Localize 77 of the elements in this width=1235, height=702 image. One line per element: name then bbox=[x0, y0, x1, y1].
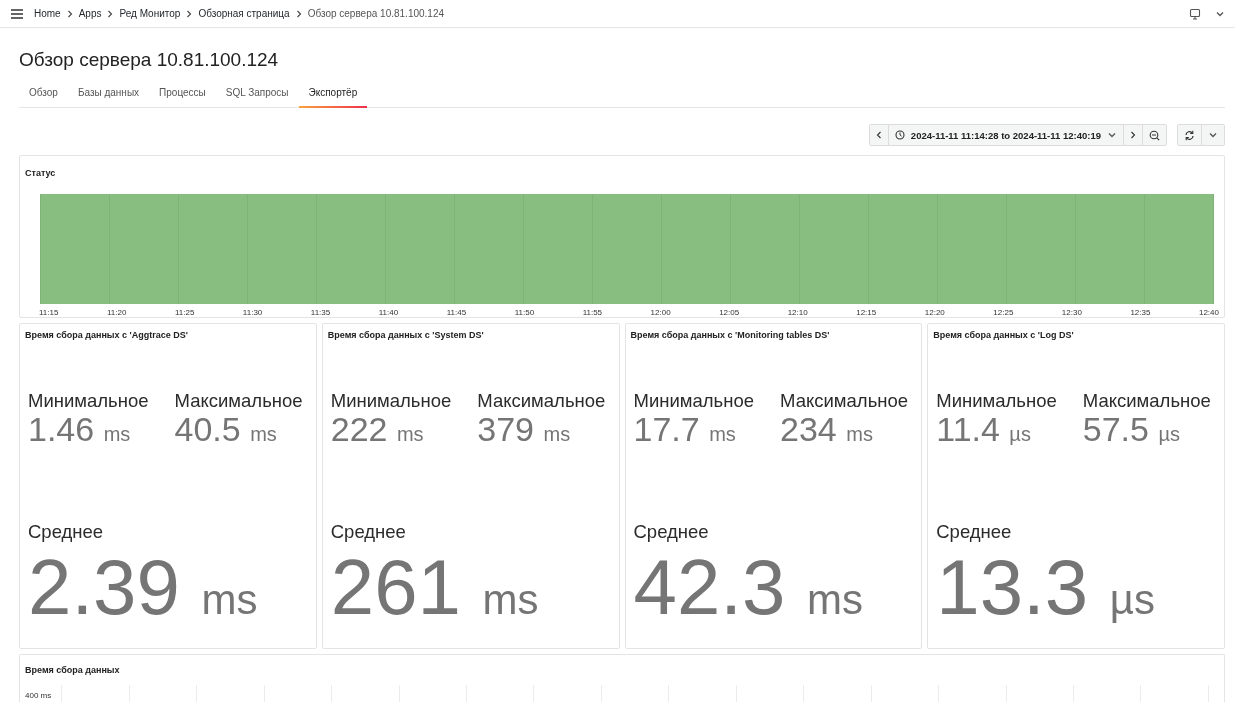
tab[interactable]: SQL Запросы bbox=[215, 83, 299, 107]
axis-tick-label: 11:25 bbox=[174, 308, 195, 317]
chevron-right-icon bbox=[66, 9, 73, 18]
stat-big-value: 42.3 ms bbox=[633, 547, 863, 633]
stat-label: Минимальное bbox=[330, 390, 452, 412]
refresh-interval-button[interactable] bbox=[1201, 125, 1224, 145]
breadcrumb-link[interactable]: Обзорная страница bbox=[198, 8, 290, 19]
stat-value: 40.5 ms bbox=[174, 412, 277, 450]
panel-title: Время сбора данных bbox=[25, 665, 120, 675]
axis-tick-label: 12:25 bbox=[993, 308, 1014, 317]
axis-tick-label: 12:30 bbox=[1061, 308, 1082, 317]
axis-tick-label: 12:35 bbox=[1130, 308, 1151, 317]
axis-tick-label: 11:55 bbox=[582, 308, 603, 317]
stat-label: Среднее bbox=[28, 521, 104, 543]
monitor-icon bbox=[1189, 7, 1201, 20]
stat-big-value: 261 ms bbox=[330, 547, 539, 633]
stat-label: Минимальное bbox=[633, 390, 755, 412]
axis-tick-label: 12:20 bbox=[924, 308, 945, 317]
chevron-right-icon bbox=[107, 9, 114, 18]
stat-value: 17.7 ms bbox=[633, 412, 736, 450]
chevron-left-icon bbox=[875, 131, 882, 139]
stat-value: 379 ms bbox=[477, 412, 571, 450]
axis-tick-label: 12:00 bbox=[650, 308, 671, 317]
menu-icon bbox=[10, 7, 24, 20]
axis-tick-label: 11:20 bbox=[106, 308, 127, 317]
axis-tick-label: 11:40 bbox=[378, 308, 399, 317]
menu-button[interactable] bbox=[10, 7, 24, 20]
stat-label: Максимальное bbox=[780, 390, 909, 412]
axis-tick-label: 400 ms bbox=[25, 691, 52, 701]
stat-label: Максимальное bbox=[174, 390, 303, 412]
stat-big-value: 13.3 µs bbox=[936, 547, 1155, 633]
stat-big-value: 2.39 ms bbox=[28, 547, 258, 633]
zoom-out-icon bbox=[1149, 129, 1160, 141]
axis-tick-label: 11:45 bbox=[446, 308, 467, 317]
stat-label: Минимальное bbox=[28, 390, 149, 412]
breadcrumb-link[interactable]: Ред Монитор bbox=[119, 8, 181, 19]
chevron-right-icon bbox=[1130, 131, 1136, 139]
axis-tick-label: 12:05 bbox=[719, 308, 740, 317]
refresh-icon bbox=[1184, 129, 1195, 141]
axis-tick-label: 11:35 bbox=[310, 308, 331, 317]
tab[interactable]: Обзор bbox=[19, 83, 68, 107]
tab[interactable]: Экспортёр bbox=[298, 83, 368, 107]
zoom-out-button[interactable] bbox=[1142, 125, 1166, 145]
chevron-right-icon bbox=[186, 9, 193, 18]
stat-value: 57.5 µs bbox=[1082, 412, 1180, 450]
axis-tick-label: 11:15 bbox=[39, 308, 59, 317]
stat-value: 1.46 ms bbox=[28, 412, 131, 450]
stat-label: Максимальное bbox=[477, 390, 606, 412]
axis-tick-label: 11:50 bbox=[514, 308, 535, 317]
stat-label: Минимальное bbox=[936, 390, 1057, 412]
breadcrumb-link[interactable]: Apps bbox=[78, 8, 102, 19]
stat-value: 11.4 µs bbox=[936, 412, 1031, 450]
stat-label: Среднее bbox=[633, 521, 709, 543]
chevron-right-icon bbox=[295, 9, 302, 18]
panel-title: Время сбора данных с 'Monitoring tables DS' bbox=[630, 330, 830, 340]
stat-label: Среднее bbox=[936, 521, 1012, 543]
tab[interactable]: Процессы bbox=[149, 83, 216, 107]
tab[interactable]: Базы данных bbox=[67, 83, 150, 107]
breadcrumb-link[interactable]: Home bbox=[34, 8, 61, 19]
clock-icon bbox=[894, 130, 905, 140]
chevron-down-icon bbox=[1107, 130, 1117, 140]
monitor-button[interactable] bbox=[1189, 7, 1201, 20]
page-title: Обзор сервера 10.81.100.124 bbox=[19, 49, 279, 71]
stat-value: 234 ms bbox=[780, 412, 873, 450]
panel-title: Статус bbox=[25, 168, 56, 178]
panel-title: Время сбора данных с 'Log DS' bbox=[933, 330, 1074, 340]
panel-title: Время сбора данных с 'System DS' bbox=[327, 330, 484, 340]
axis-tick-label: 12:15 bbox=[856, 308, 877, 317]
axis-tick-label: 11:30 bbox=[242, 308, 263, 317]
breadcrumb-current: Обзор сервера 10.81.100.124 bbox=[307, 8, 445, 19]
stat-label: Среднее bbox=[330, 521, 406, 543]
axis-tick-label: 12:40 bbox=[1198, 308, 1219, 317]
panel-title: Время сбора данных с 'Aggtrace DS' bbox=[25, 330, 188, 340]
stat-label: Максимальное bbox=[1082, 390, 1211, 412]
chevron-down-icon bbox=[1208, 130, 1218, 140]
axis-tick-label: 12:10 bbox=[787, 308, 808, 317]
stat-value: 222 ms bbox=[330, 412, 424, 450]
